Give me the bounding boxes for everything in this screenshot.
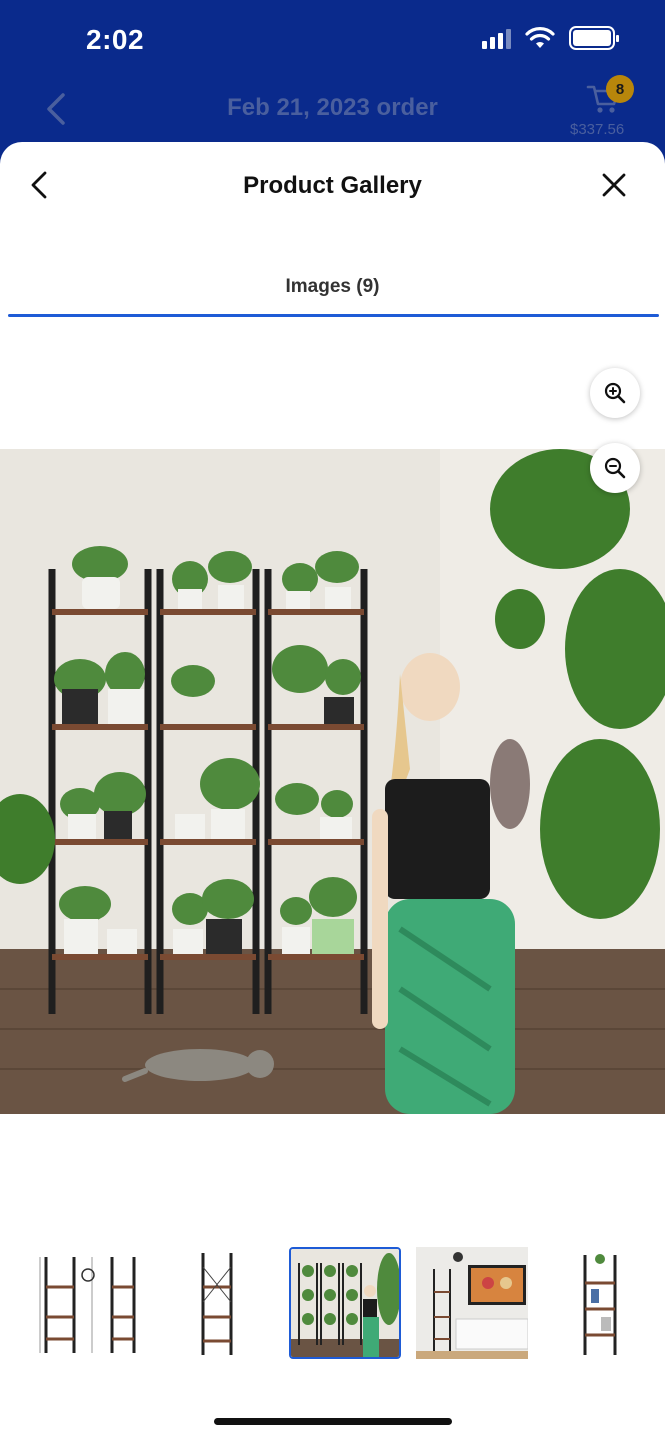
- wifi-icon: [525, 27, 555, 48]
- product-gallery-sheet: Product Gallery Images (9): [0, 142, 665, 1440]
- cart-total: $337.56: [570, 121, 625, 138]
- zoom-in-button[interactable]: [590, 368, 640, 418]
- tab-images[interactable]: Images (9): [0, 276, 665, 298]
- cellular-signal-icon: [482, 27, 511, 49]
- thumbnail-1[interactable]: [32, 1247, 144, 1359]
- tab-active-indicator: [8, 314, 659, 317]
- home-indicator: [214, 1418, 452, 1425]
- gallery-title: Product Gallery: [243, 172, 422, 199]
- thumbnail-3-selected[interactable]: [289, 1247, 401, 1359]
- close-icon[interactable]: [601, 172, 627, 198]
- zoom-out-icon: [604, 457, 626, 479]
- cart-count-badge: 8: [606, 75, 634, 103]
- thumbnail-strip: [0, 1247, 665, 1361]
- thumbnail-4[interactable]: [416, 1247, 528, 1359]
- zoom-out-button[interactable]: [590, 443, 640, 493]
- thumbnail-2[interactable]: [159, 1247, 271, 1359]
- product-photo: [0, 449, 665, 1114]
- order-title: Feb 21, 2023 order: [227, 94, 438, 121]
- main-product-image[interactable]: [0, 449, 665, 1114]
- status-time: 2:02: [86, 24, 145, 55]
- status-icons: [482, 26, 619, 50]
- zoom-in-icon: [604, 382, 626, 404]
- thumbnail-5[interactable]: [545, 1247, 657, 1359]
- battery-icon: [569, 26, 619, 50]
